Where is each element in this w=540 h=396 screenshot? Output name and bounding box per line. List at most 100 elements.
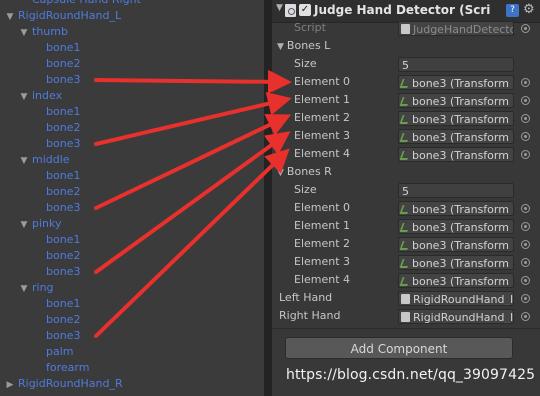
element-value: bone3 (Transform [412,113,509,126]
bones-r-foldout[interactable]: ▼ Bones R [277,163,332,181]
bones-r-element-field[interactable]: bone3 (Transform [398,273,514,288]
hierarchy-item[interactable]: bone3 [46,72,80,88]
bones-l-size-input[interactable]: 5 [398,57,514,72]
hierarchy-item[interactable]: bone1 [46,104,80,120]
left-hand-label: Left Hand [279,291,333,304]
bones-l-size-label: Size [294,57,317,70]
element-value: bone3 (Transform [412,257,509,270]
hierarchy-item[interactable]: bone1 [46,168,80,184]
element-value: bone3 (Transform [412,131,509,144]
transform-icon [399,133,411,142]
bones-r-element-label: Element 3 [294,255,351,268]
hierarchy-item[interactable]: forearm [32,360,89,376]
element-value: bone3 (Transform [412,77,509,90]
bones-l-element-field[interactable]: bone3 (Transform [398,129,514,144]
bones-r-element-label: Element 1 [294,219,351,232]
hierarchy-item[interactable]: bone1 [46,296,80,312]
hierarchy-item-label: bone2 [46,121,81,134]
element-value: bone3 (Transform [412,239,509,252]
bones-l-element-label: Element 1 [294,93,351,106]
hierarchy-item-label: index [32,89,63,102]
fold-down-icon[interactable]: ▼ [276,3,283,13]
hierarchy-item-label: ring [32,281,54,294]
hierarchy-item-label: Capsule Hand Right [32,0,141,6]
object-picker-icon[interactable] [521,240,530,249]
fold-right-icon[interactable]: ▶ [4,377,16,393]
bones-r-element-field[interactable]: bone3 (Transform [398,255,514,270]
panel-divider[interactable] [264,0,272,396]
bones-l-element-field[interactable]: bone3 (Transform [398,111,514,126]
hierarchy-item-label: bone1 [46,297,81,310]
hierarchy-item[interactable]: bone1 [46,40,80,56]
script-field: JudgeHandDetecto [398,21,514,36]
hierarchy-item[interactable]: bone2 [46,184,80,200]
hierarchy-item-label: bone3 [46,329,81,342]
hierarchy-item[interactable]: bone2 [46,248,80,264]
help-icon[interactable]: ? [506,4,519,17]
object-picker-icon[interactable] [521,276,530,285]
object-picker-icon[interactable] [521,114,530,123]
hierarchy-item[interactable]: bone2 [46,56,80,72]
gear-icon[interactable]: ⚙ [523,2,535,17]
script-file-icon [401,24,410,34]
hierarchy-item-label: bone1 [46,233,81,246]
right-hand-picker-icon[interactable] [521,312,530,321]
object-picker-icon[interactable] [521,96,530,105]
right-hand-value: RigidRoundHand_I [413,311,514,324]
inspector-panel: ▼ ✓ Judge Hand Detector (Scri ? ⚙ Script… [272,0,540,396]
hierarchy-item[interactable]: bone3 [46,136,80,152]
bones-l-element-label: Element 2 [294,111,351,124]
right-hand-label: Right Hand [279,309,341,322]
fold-down-icon[interactable]: ▼ [18,89,30,105]
bones-r-element-label: Element 0 [294,201,351,214]
fold-down-icon[interactable]: ▼ [18,25,30,41]
hierarchy-item[interactable]: ▼ pinky [18,216,62,232]
bones-l-element-field[interactable]: bone3 (Transform [398,93,514,108]
hierarchy-item-label: forearm [46,361,90,374]
script-value: JudgeHandDetecto [413,23,514,36]
left-hand-field[interactable]: RigidRoundHand_I [398,291,514,306]
bones-r-size-label: Size [294,183,317,196]
bones-l-element-label: Element 4 [294,147,351,160]
fold-down-icon[interactable]: ▼ [277,42,284,52]
fold-down-icon[interactable]: ▼ [277,168,284,178]
object-picker-icon[interactable] [521,132,530,141]
object-picker-icon[interactable] [521,258,530,267]
fold-down-icon[interactable]: ▼ [18,281,30,297]
bones-r-size-input[interactable]: 5 [398,183,514,198]
hierarchy-item[interactable]: ▼ index [18,88,63,105]
bones-r-element-field[interactable]: bone3 (Transform [398,219,514,234]
bones-l-element-field[interactable]: bone3 (Transform [398,75,514,90]
hierarchy-item[interactable]: ▶ RigidRoundHand_R [4,376,123,392]
bones-l-foldout[interactable]: ▼ Bones L [277,37,330,55]
hierarchy-item[interactable]: bone1 [46,232,80,248]
bones-l-element-field[interactable]: bone3 (Transform [398,147,514,162]
right-hand-field[interactable]: RigidRoundHand_I [398,309,514,324]
hierarchy-item-label: thumb [32,25,68,38]
object-picker-icon[interactable] [521,150,530,159]
hierarchy-item[interactable]: bone2 [46,120,80,136]
bones-r-element-field[interactable]: bone3 (Transform [398,237,514,252]
object-picker-icon[interactable] [521,78,530,87]
hierarchy-item[interactable]: ▼ ring [18,280,54,296]
add-component-button[interactable]: Add Component [285,337,513,359]
fold-down-icon[interactable]: ▼ [4,9,16,25]
object-picker-icon[interactable] [521,204,530,213]
hierarchy-item[interactable]: bone3 [46,200,80,216]
left-hand-picker-icon[interactable] [521,294,530,303]
hierarchy-item-label: bone1 [46,41,81,54]
bones-r-element-field[interactable]: bone3 (Transform [398,201,514,216]
hierarchy-item[interactable]: ▼ RigidRoundHand_L [4,8,122,25]
element-value: bone3 (Transform [412,203,509,216]
hierarchy-item[interactable]: bone2 [46,312,80,328]
hierarchy-item[interactable]: ▼ middle [18,152,70,168]
hierarchy-item[interactable]: bone3 [46,264,80,280]
hierarchy-item[interactable]: bone3 [46,328,80,344]
object-picker-icon[interactable] [521,222,530,231]
hierarchy-item[interactable]: Capsule Hand Right [18,0,141,8]
fold-down-icon[interactable]: ▼ [18,217,30,233]
hierarchy-item[interactable]: palm [32,344,74,360]
component-enabled-checkbox[interactable]: ✓ [299,4,311,16]
fold-down-icon[interactable]: ▼ [18,153,30,169]
hierarchy-item[interactable]: ▼ thumb [18,24,68,40]
